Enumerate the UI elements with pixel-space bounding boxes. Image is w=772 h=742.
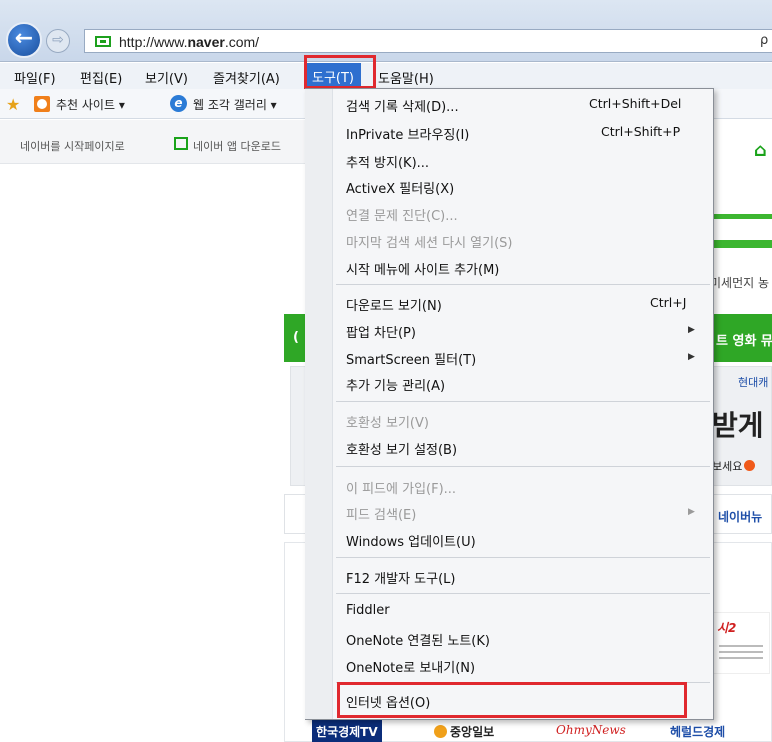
- menu-item-tracking-protection[interactable]: 추적 방지(K)...: [346, 152, 429, 171]
- ad-brand-text: 현대캐: [738, 376, 769, 389]
- address-search-icon[interactable]: ρ: [760, 33, 768, 48]
- menu-view[interactable]: 보기(V): [145, 68, 188, 87]
- set-homepage-link[interactable]: 네이버를 시작페이지로: [20, 138, 125, 154]
- menu-item-manage-addons[interactable]: 추가 기능 관리(A): [346, 375, 445, 394]
- menu-item-compat-settings[interactable]: 호환성 보기 설정(B): [346, 439, 457, 458]
- menu-separator: [336, 284, 710, 285]
- menu-item-send-to-onenote[interactable]: OneNote로 보내기(N): [346, 657, 475, 676]
- menu-item-onenote-linked[interactable]: OneNote 연결된 노트(K): [346, 630, 490, 649]
- menu-item-popup-blocker[interactable]: 팝업 차단(P): [346, 322, 416, 341]
- submenu-arrow-icon: ▶: [688, 325, 695, 335]
- menu-item-activex-filtering[interactable]: ActiveX 필터링(X): [346, 178, 454, 197]
- home-icon[interactable]: ⌂: [754, 140, 767, 161]
- web-slice-gallery-link[interactable]: 웹 조각 갤러리 ▾: [193, 96, 277, 113]
- ie-icon: e: [170, 95, 187, 112]
- menu-edit[interactable]: 편집(E): [80, 68, 122, 87]
- address-bar-extension[interactable]: [279, 29, 772, 53]
- menu-item-view-downloads[interactable]: 다운로드 보기(N): [346, 295, 442, 314]
- naver-favicon-icon: [95, 36, 111, 47]
- tools-menu-gutter: [305, 89, 333, 719]
- menu-separator: [336, 466, 710, 467]
- shortcut-inprivate: Ctrl+Shift+P: [601, 124, 681, 139]
- recommended-sites-link[interactable]: 추천 사이트 ▾: [56, 96, 125, 113]
- naver-news-tab[interactable]: 네이버뉴: [718, 508, 762, 525]
- menu-item-f12-dev-tools[interactable]: F12 개발자 도구(L): [346, 568, 455, 587]
- menu-tools[interactable]: 도구(T): [305, 63, 362, 89]
- submenu-arrow-icon: ▶: [688, 507, 695, 517]
- dust-info-text[interactable]: 미세먼지 농: [710, 274, 769, 291]
- press-thumbnail[interactable]: 시2: [712, 612, 770, 674]
- menu-file[interactable]: 파일(F): [14, 68, 56, 87]
- menu-item-fiddler[interactable]: Fiddler: [346, 603, 390, 618]
- menu-separator: [336, 557, 710, 558]
- menu-help[interactable]: 도움말(H): [378, 68, 434, 87]
- back-button[interactable]: ←: [6, 22, 42, 58]
- submenu-arrow-icon: ▶: [688, 352, 695, 362]
- menu-item-delete-history[interactable]: 검색 기록 삭제(D)...: [346, 96, 459, 115]
- menu-item-add-start-menu[interactable]: 시작 메뉴에 사이트 추가(M): [346, 259, 499, 278]
- naver-app-icon: [174, 137, 188, 150]
- green-nav-left-text: (: [293, 330, 299, 345]
- shortcut-view-downloads: Ctrl+J: [650, 295, 687, 310]
- menu-item-compat-view: 호환성 보기(V): [346, 416, 429, 431]
- recommended-sites-icon: [34, 96, 50, 112]
- menu-item-smartscreen[interactable]: SmartScreen 필터(T): [346, 349, 476, 368]
- press-logo-ohmynews[interactable]: OhmyNews: [552, 720, 630, 742]
- shortcut-delete-history: Ctrl+Shift+Del: [589, 96, 682, 111]
- menu-item-internet-options[interactable]: 인터넷 옵션(O): [346, 692, 430, 711]
- menu-separator: [336, 682, 710, 683]
- search-bar-edge-top: [708, 214, 772, 219]
- naver-app-link[interactable]: 네이버 앱 다운로드: [193, 138, 281, 154]
- press-logo-hankyung-tv[interactable]: 한국경제TV: [312, 720, 382, 742]
- menu-bar: 파일(F) 편집(E) 보기(V) 즐겨찾기(A) 도구(T) 도움말(H): [0, 63, 772, 89]
- menu-favorites[interactable]: 즐겨찾기(A): [213, 68, 280, 87]
- press-thumbnail-title: 시2: [717, 621, 737, 635]
- press-logo-herald[interactable]: 헤럴드경제: [666, 720, 729, 742]
- favorites-star-icon[interactable]: ★: [6, 95, 20, 114]
- ad-headline: 받게: [712, 409, 764, 442]
- menu-item-inprivate[interactable]: InPrivate 브라우징(I): [346, 124, 469, 143]
- menu-item-reopen-session: 마지막 검색 세션 다시 열기(S): [346, 236, 513, 251]
- forward-button[interactable]: ⇨: [46, 29, 70, 53]
- menu-item-windows-update[interactable]: Windows 업데이트(U): [346, 531, 476, 550]
- search-bar-edge-bottom: [708, 240, 772, 248]
- menu-item-diagnose-connection: 연결 문제 진단(C)...: [346, 209, 458, 224]
- ad-cta[interactable]: 보세요: [712, 458, 756, 474]
- press-logo-joongang[interactable]: 중앙일보: [430, 720, 498, 742]
- address-bar[interactable]: http://www.naver.com/: [84, 29, 279, 53]
- menu-separator: [336, 401, 710, 402]
- menu-separator: [336, 593, 710, 594]
- menu-item-feed-discovery: 피드 검색(E): [346, 508, 417, 523]
- menu-item-subscribe-feed: 이 피드에 가입(F)...: [346, 482, 457, 497]
- address-url: http://www.naver.com/: [119, 34, 260, 50]
- page-top-links: 네이버를 시작페이지로 네이버 앱 다운로드: [0, 120, 310, 164]
- green-nav-links[interactable]: 트 영화 뮤: [716, 330, 772, 349]
